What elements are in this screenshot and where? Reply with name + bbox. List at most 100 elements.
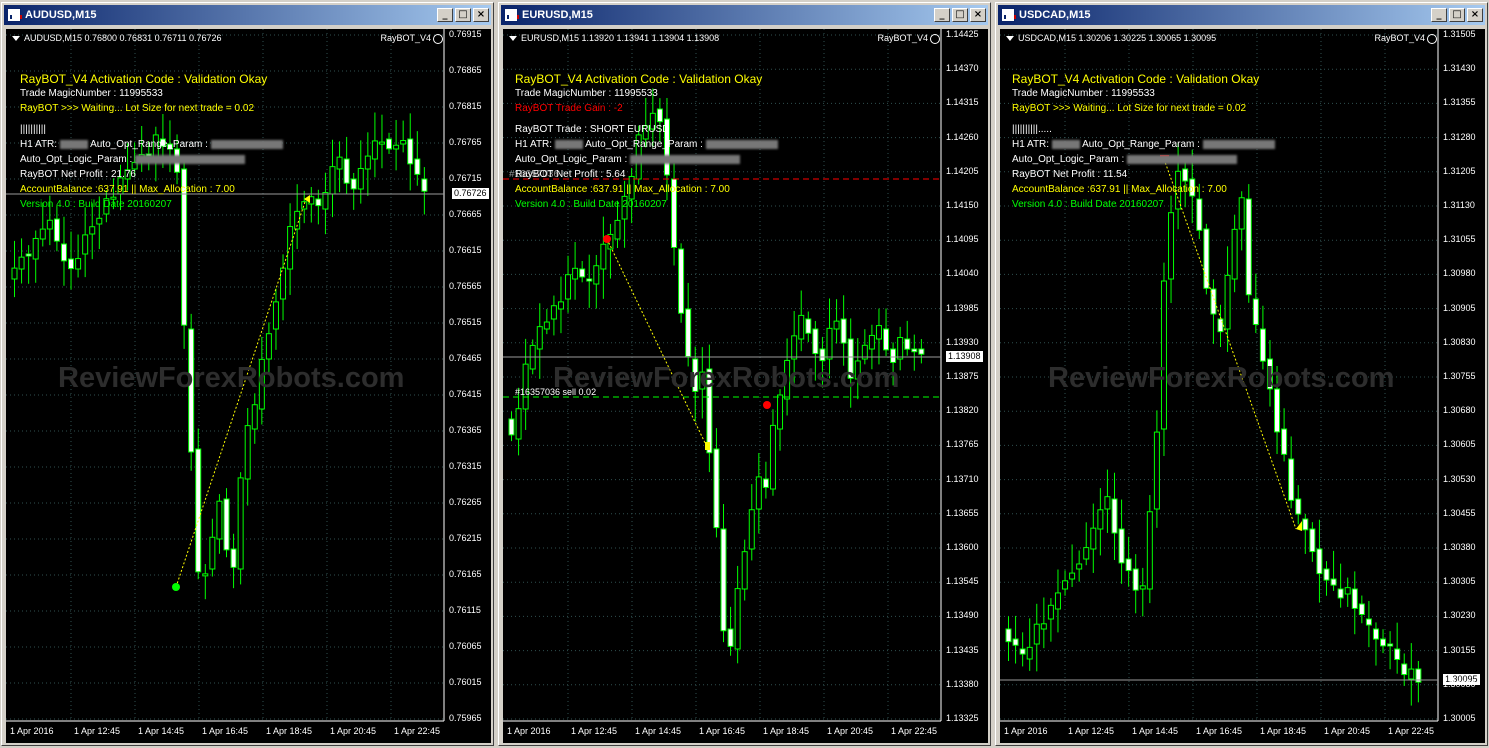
candle-body	[727, 628, 734, 647]
candle-body	[1146, 511, 1153, 590]
candle-body	[1104, 496, 1111, 510]
candle-body	[755, 476, 762, 510]
dropdown-triangle-icon[interactable]	[12, 36, 20, 42]
dropdown-triangle-icon[interactable]	[509, 36, 517, 42]
candle-body	[734, 588, 741, 650]
redacted-value	[135, 154, 246, 164]
close-button[interactable]: ×	[1467, 8, 1483, 22]
candle-body	[216, 500, 223, 540]
price-axis-label: 1.13930	[946, 336, 979, 347]
candle-body	[1111, 498, 1118, 534]
entry-marker	[172, 583, 180, 591]
smiley-icon	[433, 33, 443, 44]
logic-line: Auto_Opt_Logic_Param :	[20, 154, 246, 165]
magic-number: Trade MagicNumber : 11995533	[1012, 88, 1155, 99]
candle-body	[1182, 168, 1189, 182]
close-button[interactable]: ×	[970, 8, 986, 22]
candle-body	[543, 321, 550, 330]
candle-body	[593, 265, 600, 285]
candle-body	[371, 140, 378, 160]
expert-label: RayBOT_V4	[380, 33, 443, 44]
window-title: EURUSD,M15	[522, 9, 593, 21]
redacted-value	[705, 139, 778, 149]
window-titlebar[interactable]: AUDUSD,M15 _ □ ×	[4, 5, 491, 25]
candle-body	[1160, 280, 1167, 430]
chart-window-usdcad[interactable]: USDCAD,M15 _ □ × ReviewForexRobots.com U…	[995, 2, 1488, 746]
minimize-button[interactable]: _	[934, 8, 950, 22]
price-axis-label: 1.13765	[946, 439, 979, 450]
candle-body	[1090, 527, 1097, 550]
minimize-button[interactable]: _	[1431, 8, 1447, 22]
price-axis-label: 1.30455	[1443, 507, 1476, 518]
candle-body	[1040, 623, 1047, 630]
redacted-value	[59, 139, 88, 149]
price-axis-label: 1.14315	[946, 97, 979, 108]
close-button[interactable]: ×	[473, 8, 489, 22]
candle-body	[833, 320, 840, 330]
maximize-button[interactable]: □	[1449, 8, 1465, 22]
minimize-button[interactable]: _	[437, 8, 453, 22]
redacted-value	[1127, 154, 1238, 164]
price-axis-label: 0.76415	[449, 389, 482, 399]
candle-body	[1224, 274, 1231, 330]
candles	[1005, 143, 1422, 706]
redacted-value	[1202, 139, 1275, 149]
account-balance: AccountBalance :637.91 || Max_Allocation…	[515, 184, 730, 195]
candle-body	[89, 226, 96, 235]
trade-gain: RayBOT Trade Gain : -2	[515, 103, 623, 114]
candle-body	[720, 528, 727, 632]
window-titlebar[interactable]: USDCAD,M15 _ □ ×	[998, 5, 1485, 25]
price-axis-label: 0.76015	[449, 677, 482, 687]
version-text: Version 4.0 : Build Date 20160207	[20, 199, 172, 210]
price-chart[interactable]: ReviewForexRobots.com USDCAD,M15 1.30206…	[1000, 29, 1485, 743]
candle-body	[251, 404, 258, 430]
candle-body	[678, 248, 685, 314]
candle-body	[1132, 568, 1139, 591]
maximize-button[interactable]: □	[952, 8, 968, 22]
candle-body	[11, 267, 18, 280]
price-axis-label: 1.13435	[946, 644, 979, 655]
price-axis-label: 1.31130	[1443, 200, 1475, 210]
window-titlebar[interactable]: EURUSD,M15 _ □ ×	[501, 5, 988, 25]
candle-body	[75, 258, 82, 270]
time-axis-label: 1 Apr 20:45	[827, 726, 874, 736]
symbol-header: EURUSD,M15 1.13920 1.13941 1.13904 1.139…	[509, 33, 719, 43]
candle-body	[748, 509, 755, 550]
price-axis-label: 1.13325	[946, 713, 979, 723]
candle-body	[911, 348, 918, 353]
candle-body	[1125, 558, 1132, 572]
chart-window-audusd[interactable]: AUDUSD,M15 _ □ × ReviewForexRobots.com A…	[1, 2, 494, 746]
price-chart[interactable]: ReviewForexRobots.com EURUSD,M15 1.13920…	[503, 29, 988, 743]
redacted-value	[1051, 139, 1080, 149]
price-axis-label: 1.14095	[946, 234, 979, 245]
maximize-button[interactable]: □	[455, 8, 471, 22]
version-text: Version 4.0 : Build Date 20160207	[1012, 199, 1164, 210]
chart-window-eurusd[interactable]: EURUSD,M15 _ □ × ReviewForexRobots.com E…	[498, 2, 991, 746]
candle-body	[769, 424, 776, 490]
price-axis-label: 1.14425	[946, 29, 979, 39]
candle-body	[918, 348, 925, 355]
candle-body	[1026, 646, 1033, 660]
time-axis-label: 1 Apr 14:45	[1132, 726, 1179, 736]
dropdown-triangle-icon[interactable]	[1006, 36, 1014, 42]
candle-body	[1295, 498, 1302, 515]
candle-body	[39, 228, 46, 240]
current-price-tag: 1.13908	[946, 351, 983, 362]
time-axis-label: 1 Apr 12:45	[74, 726, 121, 736]
candle-body	[364, 155, 371, 170]
candle-body	[1245, 198, 1252, 296]
price-axis-label: 0.76615	[449, 245, 482, 255]
candle-body	[343, 158, 350, 184]
sell-marker	[763, 401, 771, 409]
candle-body	[762, 478, 769, 488]
price-axis-label: 0.75965	[449, 713, 482, 723]
price-axis-label: 1.30005	[1443, 713, 1476, 723]
candle-body	[60, 243, 67, 262]
smiley-icon	[1427, 33, 1437, 44]
price-axis-label: 0.76515	[449, 317, 482, 327]
price-chart[interactable]: ReviewForexRobots.com AUDUSD,M15 0.76800…	[6, 29, 491, 743]
price-axis-label: 0.76865	[449, 65, 482, 75]
candle-body	[1203, 228, 1210, 289]
exit-marker	[705, 442, 710, 450]
status-text: RayBOT >>> Waiting... Lot Size for next …	[1012, 103, 1247, 114]
